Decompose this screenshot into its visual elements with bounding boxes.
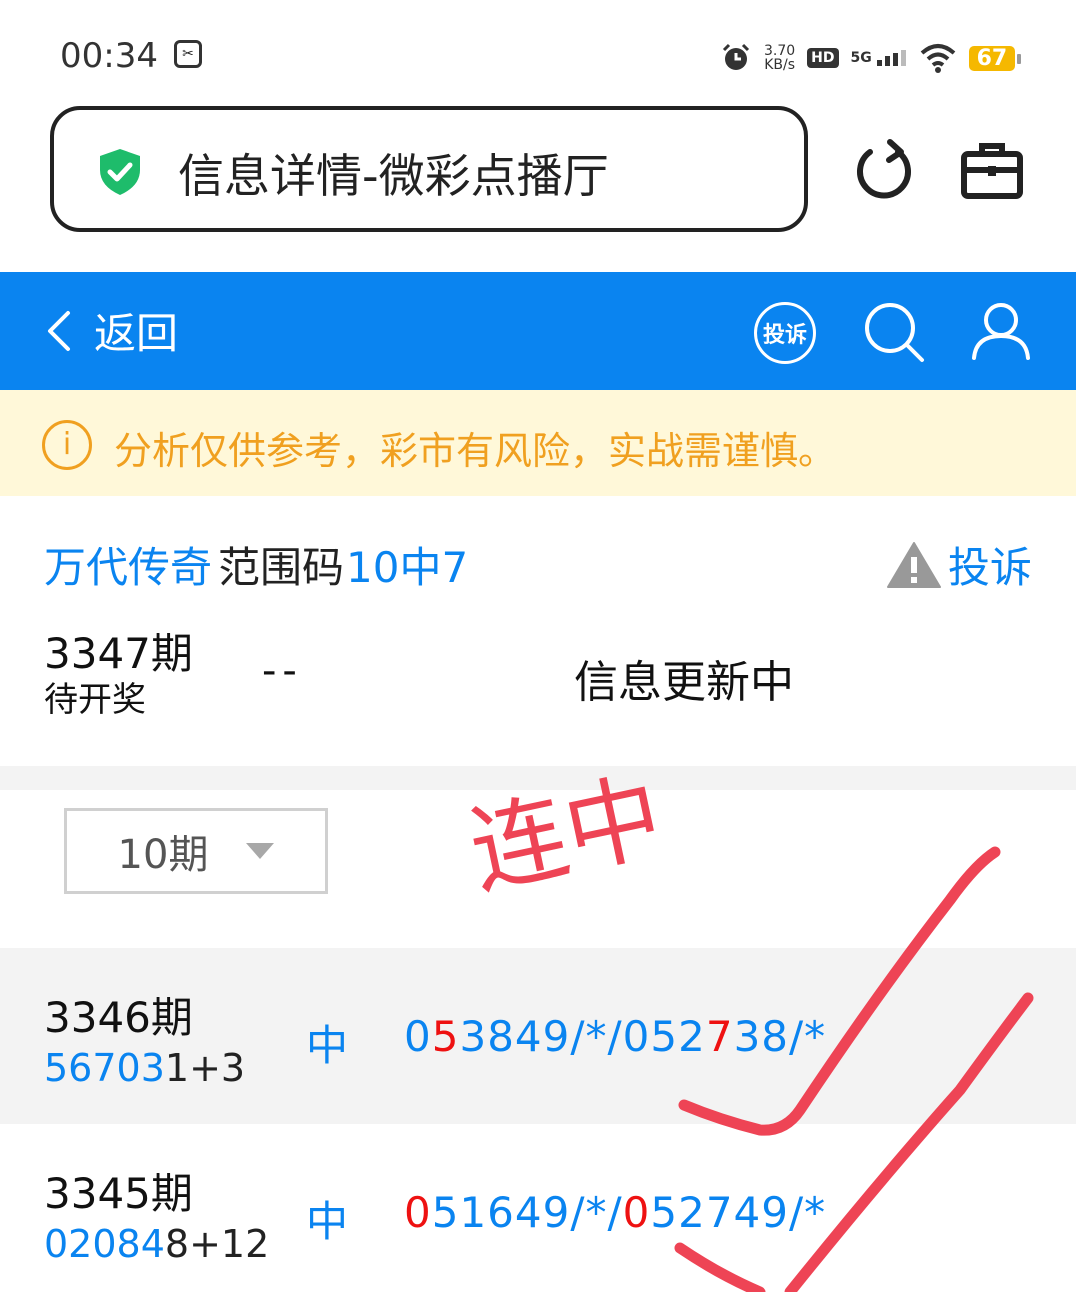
code-hit-digit: 0 xyxy=(404,1188,432,1237)
wifi-icon xyxy=(920,44,955,73)
history-row: 3346期 567031+3 中 053849/*/052738/* xyxy=(0,948,1076,1124)
draw-rest: 8+12 xyxy=(164,1222,270,1266)
period-range-select[interactable]: 10期 xyxy=(64,808,328,894)
row-code: 053849/*/052738/* xyxy=(404,1012,826,1061)
row-code: 051649/*/052749/* xyxy=(404,1188,826,1237)
row-draw-number: 567031+3 xyxy=(44,1046,245,1090)
net-speed-unit: KB/s xyxy=(764,57,795,73)
current-draw-placeholder: -- xyxy=(262,648,303,694)
status-indicators: 3.70 KB/s HD 5G 67 xyxy=(720,36,1021,80)
battery-indicator: 67 xyxy=(968,45,1021,71)
code-segment: 38/* xyxy=(733,1012,827,1061)
row-result: 中 xyxy=(306,1021,349,1070)
report-button[interactable]: 投诉 xyxy=(886,534,1032,595)
signal-icon: 5G xyxy=(851,50,907,66)
code-hit-digit: 7 xyxy=(705,1012,734,1061)
report-label: 投诉 xyxy=(948,543,1033,592)
search-icon[interactable] xyxy=(862,300,926,364)
net-speed-value: 3.70 xyxy=(764,43,796,59)
code-hit-digit: 0 xyxy=(622,1188,651,1237)
range-code-label: 范围码 xyxy=(218,543,345,592)
user-icon[interactable] xyxy=(970,300,1032,362)
warning-icon xyxy=(887,541,941,588)
hit-rate: 10中7 xyxy=(346,543,469,592)
back-label: 返回 xyxy=(94,309,179,358)
draw-rest: 1+3 xyxy=(164,1046,246,1090)
handwritten-annotation: 连中 xyxy=(460,759,672,910)
notice-text: 分析仅供参考，彩市有风险，实战需谨慎。 xyxy=(114,429,837,473)
code-segment: 51649/*/ xyxy=(431,1188,623,1237)
dropdown-arrow-icon xyxy=(246,843,275,859)
toolbox-icon[interactable] xyxy=(960,140,1024,200)
net-speed: 3.70 KB/s xyxy=(764,44,795,72)
row-result: 中 xyxy=(306,1197,349,1246)
draw-highlight: 02084 xyxy=(44,1222,165,1266)
draw-highlight: 56703 xyxy=(44,1046,165,1090)
code-segment: 3849/*/052 xyxy=(459,1012,706,1061)
hd-badge: HD xyxy=(807,48,839,68)
code-segment: 0 xyxy=(404,1012,432,1061)
alarm-icon xyxy=(722,43,750,70)
security-shield-icon xyxy=(100,149,140,195)
expert-name-link[interactable]: 万代传奇 xyxy=(44,534,212,595)
chevron-left-icon xyxy=(48,310,70,351)
complain-badge-button[interactable]: 投诉 xyxy=(754,302,816,364)
screenshot-app-icon: ✂ xyxy=(174,40,202,68)
back-button[interactable]: 返回 xyxy=(44,300,178,361)
period-select-value: 10期 xyxy=(117,832,209,878)
network-label: 5G xyxy=(850,50,872,66)
history-row: 3345期 020848+12 中 051649/*/052749/* xyxy=(0,1124,1076,1300)
info-icon: i xyxy=(42,420,92,470)
current-status: 待开奖 xyxy=(44,680,146,720)
code-segment: 52749/* xyxy=(650,1188,827,1237)
row-period: 3346期 xyxy=(44,993,193,1042)
page-title: 信息详情-微彩点播厅 xyxy=(178,149,609,203)
reload-icon[interactable] xyxy=(854,138,916,202)
current-info: 信息更新中 xyxy=(574,657,794,708)
row-draw-number: 020848+12 xyxy=(44,1222,269,1266)
code-hit-digit: 5 xyxy=(431,1012,460,1061)
row-period: 3345期 xyxy=(44,1169,193,1218)
status-time: 00:34 xyxy=(60,36,158,76)
